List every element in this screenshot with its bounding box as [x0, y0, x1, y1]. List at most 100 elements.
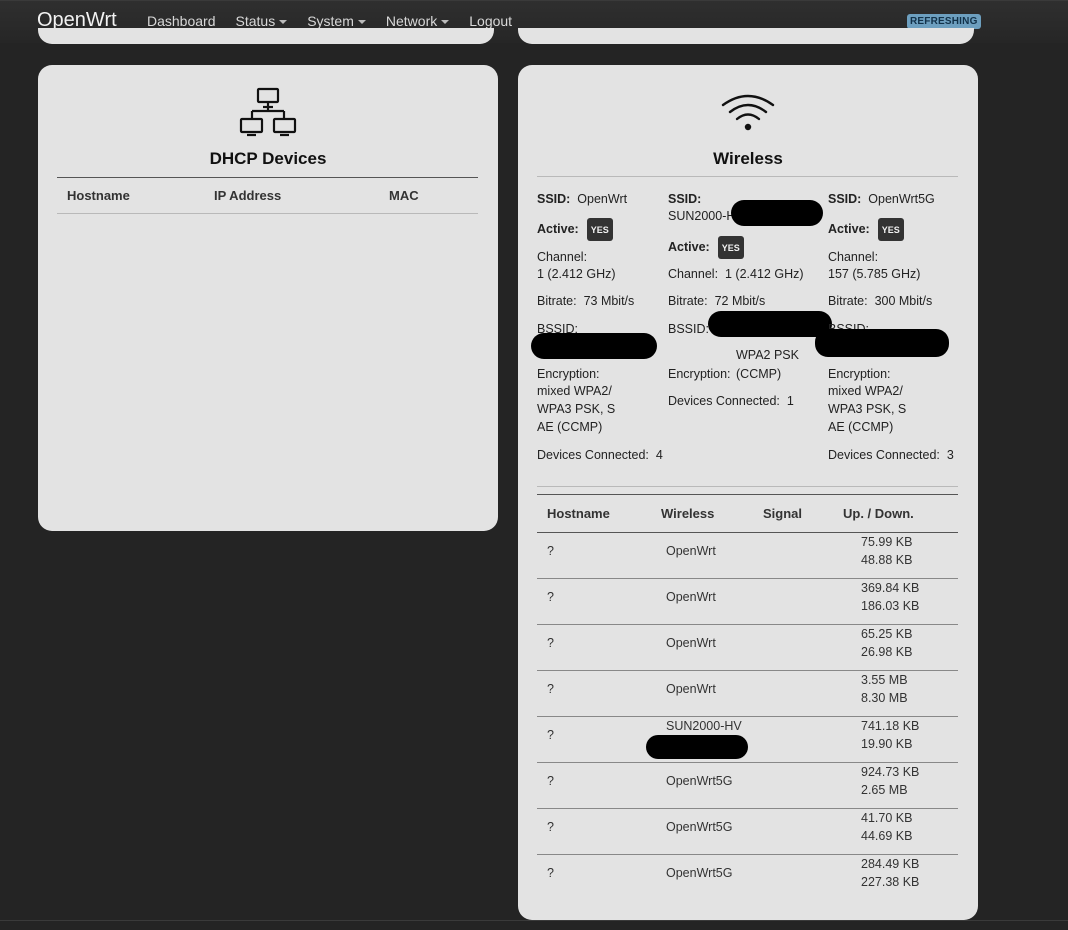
caret-down-icon: [357, 20, 366, 25]
divider: [537, 176, 958, 177]
row-up: 284.49 KB: [861, 857, 920, 871]
row-down: 44.69 KB: [861, 829, 913, 843]
network-2-active: Active: YES: [668, 236, 744, 259]
bitrate-label: Bitrate:: [668, 294, 708, 308]
col-hostname[interactable]: Hostname: [67, 188, 130, 203]
nav-status-label: Status: [235, 13, 276, 29]
active-yes-badge: YES: [586, 218, 613, 241]
channel-value: 1 (2.412 GHz): [725, 267, 804, 281]
network-2-ssid-label: SSID:: [668, 190, 701, 208]
caret-down-icon: [279, 20, 288, 25]
row-up: 369.84 KB: [861, 581, 920, 595]
col-mac[interactable]: MAC: [389, 188, 419, 203]
divider: [57, 177, 478, 178]
network-1-ssid: SSID: OpenWrt: [537, 190, 627, 208]
nav-network[interactable]: Network: [386, 13, 450, 29]
nav-dashboard[interactable]: Dashboard: [147, 13, 216, 29]
row-down: 2.65 MB: [861, 783, 908, 797]
row-hostname: ?: [547, 820, 554, 834]
row-wireless: OpenWrt5G: [666, 866, 733, 880]
network-3-devices: Devices Connected: 3: [828, 446, 954, 464]
row-hostname: ?: [547, 682, 554, 696]
table-row[interactable]: ? OpenWrt 3.55 MB 8.30 MB: [537, 670, 958, 717]
col-wireless[interactable]: Wireless: [661, 506, 714, 521]
col-signal[interactable]: Signal: [763, 506, 802, 521]
encryption-line: AE (CCMP): [828, 420, 894, 434]
ssid-label: SSID:: [537, 192, 571, 206]
encryption-line: (CCMP): [736, 367, 782, 381]
devices-label: Devices Connected:: [668, 394, 780, 408]
network-2-devices: Devices Connected: 1: [668, 392, 794, 410]
nav-system[interactable]: System: [307, 13, 366, 29]
row-hostname: ?: [547, 774, 554, 788]
devices-label: Devices Connected:: [828, 448, 940, 462]
row-up: 741.18 KB: [861, 719, 920, 733]
row-up: 75.99 KB: [861, 535, 913, 549]
encryption-line: WPA3 PSK, S: [828, 402, 907, 416]
ssid-value: OpenWrt: [577, 192, 628, 206]
row-wireless: OpenWrt: [666, 590, 716, 604]
divider: [537, 494, 958, 495]
encryption-line: WPA3 PSK, S: [537, 402, 616, 416]
col-up-down[interactable]: Up. / Down.: [843, 506, 914, 521]
devices-value: 4: [655, 448, 663, 462]
redaction-mark: [531, 333, 657, 359]
network-1-bitrate: Bitrate: 73 Mbit/s: [537, 292, 634, 310]
network-3-ssid: SSID: OpenWrt5G: [828, 190, 935, 208]
table-row[interactable]: ? OpenWrt 65.25 KB 26.98 KB: [537, 624, 958, 671]
refreshing-badge[interactable]: REFRESHING: [907, 14, 981, 29]
channel-label: Channel:: [828, 250, 879, 264]
row-down: 48.88 KB: [861, 553, 913, 567]
network-2-bitrate: Bitrate: 72 Mbit/s: [668, 292, 765, 310]
table-row[interactable]: ? SUN2000-HV 741.18 KB 19.90 KB: [537, 716, 958, 763]
channel-label: Channel:: [537, 250, 588, 264]
nav-status[interactable]: Status: [236, 13, 288, 29]
wireless-title: Wireless: [713, 149, 783, 168]
table-row[interactable]: ? OpenWrt5G 924.73 KB 2.65 MB: [537, 762, 958, 809]
bitrate-label: Bitrate:: [828, 294, 868, 308]
redaction-mark: [708, 311, 832, 337]
row-up: 3.55 MB: [861, 673, 908, 687]
row-hostname: ?: [547, 866, 554, 880]
dhcp-title: DHCP Devices: [209, 149, 327, 168]
active-yes-badge: YES: [717, 236, 744, 259]
col-hostname[interactable]: Hostname: [547, 506, 610, 521]
col-ip-address[interactable]: IP Address: [214, 188, 281, 203]
row-hostname: ?: [547, 544, 554, 558]
redaction-mark: [731, 200, 823, 226]
card-bottom-edge: [38, 28, 494, 44]
encryption-line: mixed WPA2/: [537, 384, 612, 398]
active-label: Active:: [537, 221, 579, 236]
ssid-label: SSID:: [828, 192, 862, 206]
main-nav: Dashboard Status System Network Logout: [147, 13, 532, 29]
devices-label: Devices Connected:: [537, 448, 649, 462]
network-1-devices: Devices Connected: 4: [537, 446, 663, 464]
wireless-card: Wireless SSID: OpenWrt Active: YES Channe…: [518, 65, 978, 920]
network-1-active: Active: YES: [537, 218, 613, 241]
bitrate-value: 72 Mbit/s: [714, 294, 766, 308]
table-row[interactable]: ? OpenWrt 75.99 KB 48.88 KB: [537, 532, 958, 579]
channel-label: Channel:: [668, 267, 719, 281]
encryption-label: Encryption:: [668, 367, 731, 381]
nav-logout[interactable]: Logout: [469, 13, 512, 29]
table-row[interactable]: ? OpenWrt5G 41.70 KB 44.69 KB: [537, 808, 958, 855]
encryption-label: Encryption:: [828, 367, 891, 381]
encryption-label: Encryption:: [537, 367, 600, 381]
divider: [537, 486, 958, 487]
row-hostname: ?: [547, 590, 554, 604]
table-row[interactable]: ? OpenWrt5G 284.49 KB 227.38 KB: [537, 854, 958, 901]
card-bottom-edge: [518, 28, 974, 44]
devices-value: 3: [946, 448, 954, 462]
row-down: 26.98 KB: [861, 645, 913, 659]
table-row[interactable]: ? OpenWrt 369.84 KB 186.03 KB: [537, 578, 958, 625]
ssid-value: SUN2000-H: [668, 209, 736, 223]
ssid-value: OpenWrt5G: [868, 192, 935, 206]
bitrate-label: Bitrate:: [537, 294, 577, 308]
encryption-line: AE (CCMP): [537, 420, 603, 434]
row-down: 186.03 KB: [861, 599, 920, 613]
wifi-icon: [721, 94, 775, 131]
row-wireless: SUN2000-HV: [666, 719, 742, 733]
footer-divider: [0, 920, 1068, 921]
network-icon: [239, 87, 297, 137]
row-down: 19.90 KB: [861, 737, 913, 751]
